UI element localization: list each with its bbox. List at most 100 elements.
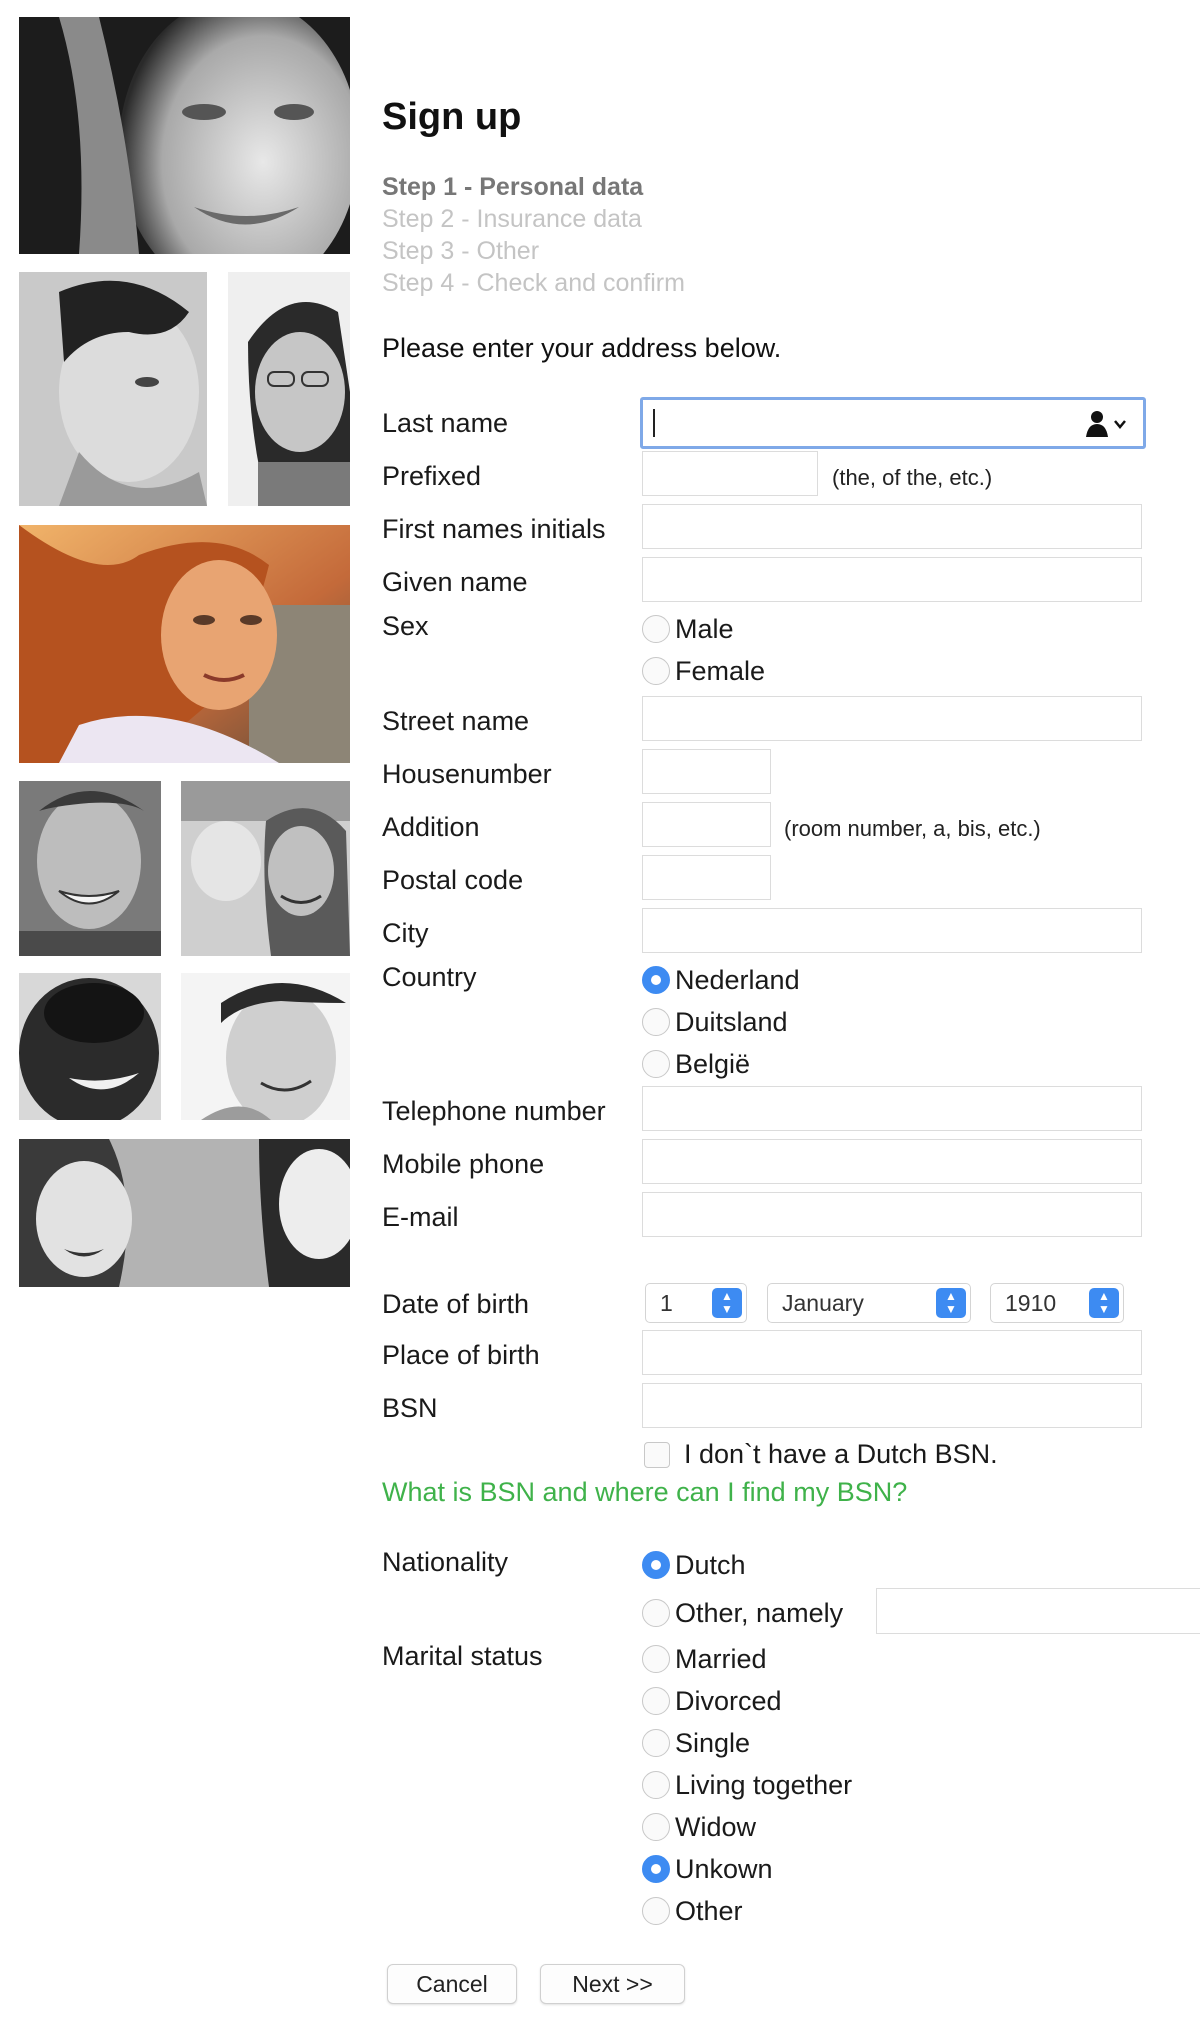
- stepper-arrows-icon: ▲ ▼: [936, 1288, 966, 1318]
- marital-option-widow[interactable]: Widow: [642, 1811, 756, 1843]
- radio-button[interactable]: [642, 1813, 670, 1841]
- radio-label: Duitsland: [675, 1006, 788, 1037]
- marital-option-divorced[interactable]: Divorced: [642, 1685, 782, 1717]
- first-initials-input[interactable]: [642, 504, 1142, 549]
- photo-man-laughing: [19, 973, 161, 1120]
- radio-button[interactable]: [642, 1897, 670, 1925]
- radio-button[interactable]: [642, 1855, 670, 1883]
- text-cursor: [653, 409, 655, 437]
- radio-label: Dutch: [675, 1549, 746, 1580]
- radio-button[interactable]: [642, 615, 670, 643]
- telephone-input[interactable]: [642, 1086, 1142, 1131]
- city-input[interactable]: [642, 908, 1142, 953]
- radio-button[interactable]: [642, 1008, 670, 1036]
- marital-option-other[interactable]: Other: [642, 1895, 743, 1927]
- step-indicator-3: Step 3 - Other: [382, 237, 540, 265]
- nationality-option-dutch[interactable]: Dutch: [642, 1549, 746, 1581]
- radio-button[interactable]: [642, 1551, 670, 1579]
- page-title: Sign up: [382, 96, 522, 138]
- dob-day-select[interactable]: 1 ▲ ▼: [645, 1283, 747, 1323]
- radio-button[interactable]: [642, 1050, 670, 1078]
- radio-label: Widow: [675, 1811, 757, 1842]
- prefixed-input[interactable]: [642, 451, 818, 496]
- sex-option-male[interactable]: Male: [642, 613, 734, 645]
- bsn-label: BSN: [382, 1393, 438, 1423]
- photo-man-smiling: [19, 781, 161, 956]
- mobile-label: Mobile phone: [382, 1149, 545, 1179]
- marital-option-unknown[interactable]: Unkown: [642, 1853, 773, 1885]
- signup-page: Sign up Step 1 - Personal data Step 2 - …: [0, 0, 1200, 2029]
- radio-button[interactable]: [642, 1645, 670, 1673]
- contact-autofill-icon[interactable]: [1085, 410, 1129, 443]
- postal-code-label: Postal code: [382, 865, 524, 895]
- nationality-other-input[interactable]: [876, 1588, 1200, 1634]
- next-button[interactable]: Next >>: [540, 1964, 685, 2004]
- addition-input[interactable]: [642, 802, 771, 847]
- place-of-birth-input[interactable]: [642, 1330, 1142, 1375]
- photo-mother-with-baby: [181, 781, 350, 956]
- housenumber-input[interactable]: [642, 749, 771, 794]
- dob-month-value: January: [782, 1289, 864, 1316]
- prefixed-label: Prefixed: [382, 461, 482, 491]
- dob-day-value: 1: [660, 1289, 673, 1316]
- place-of-birth-label: Place of birth: [382, 1340, 540, 1370]
- dob-year-value: 1910: [1005, 1289, 1057, 1316]
- addition-label: Addition: [382, 812, 480, 842]
- prefixed-hint: (the, of the, etc.): [832, 465, 993, 490]
- portrait-image: [19, 272, 207, 506]
- radio-label: Living together: [675, 1769, 853, 1800]
- sex-label: Sex: [382, 611, 429, 641]
- portrait-image: [181, 973, 350, 1120]
- cancel-button[interactable]: Cancel: [387, 1964, 517, 2004]
- country-option-nederland[interactable]: Nederland: [642, 964, 800, 996]
- radio-button[interactable]: [642, 966, 670, 994]
- radio-label: Other, namely: [675, 1597, 844, 1628]
- housenumber-label: Housenumber: [382, 759, 552, 789]
- radio-label: Nederland: [675, 964, 800, 995]
- photo-woman-smiling-closeup: [19, 17, 350, 254]
- nationality-label: Nationality: [382, 1547, 509, 1577]
- dob-label: Date of birth: [382, 1289, 530, 1319]
- radio-label: Single: [675, 1727, 751, 1758]
- dob-month-select[interactable]: January ▲ ▼: [767, 1283, 971, 1323]
- last-name-input[interactable]: [640, 397, 1146, 449]
- sex-option-female[interactable]: Female: [642, 655, 765, 687]
- photo-man-profile: [19, 272, 207, 506]
- step-indicator-4: Step 4 - Check and confirm: [382, 269, 685, 297]
- bsn-input[interactable]: [642, 1383, 1142, 1428]
- marital-option-living-together[interactable]: Living together: [642, 1769, 852, 1801]
- no-bsn-label: I don`t have a Dutch BSN.: [684, 1439, 998, 1469]
- country-option-duitsland[interactable]: Duitsland: [642, 1006, 788, 1038]
- radio-label: Other: [675, 1895, 743, 1926]
- country-label: Country: [382, 962, 477, 992]
- email-input[interactable]: [642, 1192, 1142, 1237]
- given-name-input[interactable]: [642, 557, 1142, 602]
- stepper-arrows-icon: ▲ ▼: [712, 1288, 742, 1318]
- radio-label: België: [675, 1048, 751, 1079]
- city-label: City: [382, 918, 429, 948]
- radio-button[interactable]: [642, 1771, 670, 1799]
- postal-code-input[interactable]: [642, 855, 771, 900]
- marital-status-label: Marital status: [382, 1641, 543, 1671]
- email-label: E-mail: [382, 1202, 459, 1232]
- telephone-label: Telephone number: [382, 1096, 606, 1126]
- portrait-image: [181, 781, 350, 956]
- portrait-image: [228, 272, 350, 506]
- marital-option-married[interactable]: Married: [642, 1643, 767, 1675]
- radio-label: Married: [675, 1643, 767, 1674]
- dob-year-select[interactable]: 1910 ▲ ▼: [990, 1283, 1124, 1323]
- portrait-image: [19, 17, 350, 254]
- radio-button[interactable]: [642, 1599, 670, 1627]
- bsn-help-link[interactable]: What is BSN and where can I find my BSN?: [382, 1477, 907, 1508]
- mobile-input[interactable]: [642, 1139, 1142, 1184]
- portrait-image: [19, 973, 161, 1120]
- radio-button[interactable]: [642, 657, 670, 685]
- radio-button[interactable]: [642, 1687, 670, 1715]
- marital-option-single[interactable]: Single: [642, 1727, 750, 1759]
- street-input[interactable]: [642, 696, 1142, 741]
- nationality-option-other[interactable]: Other, namely: [642, 1597, 843, 1629]
- country-option-belgie[interactable]: België: [642, 1048, 750, 1080]
- step-indicator-2: Step 2 - Insurance data: [382, 205, 642, 233]
- radio-button[interactable]: [642, 1729, 670, 1757]
- no-bsn-checkbox[interactable]: [644, 1442, 670, 1468]
